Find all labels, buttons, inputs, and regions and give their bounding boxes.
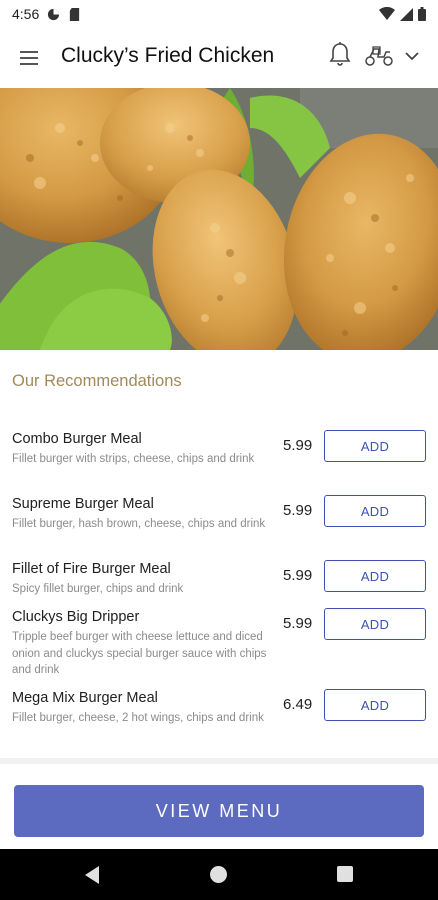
item-description: Tripple beef burger with cheese lettuce …	[12, 631, 267, 676]
sd-card-icon	[70, 7, 80, 21]
item-description: Fillet burger with strips, cheese, chips…	[12, 453, 255, 465]
status-time: 4:56	[12, 6, 40, 22]
home-icon[interactable]	[210, 866, 227, 883]
system-navigation-bar	[0, 849, 438, 900]
item-price: 5.99	[283, 437, 313, 454]
delivery-scooter-icon[interactable]	[364, 44, 394, 66]
battery-icon	[418, 7, 426, 21]
divider	[0, 758, 438, 764]
item-name: Cluckys Big Dripper	[12, 609, 140, 625]
hamburger-menu-icon[interactable]	[18, 48, 42, 68]
bell-icon[interactable]	[328, 41, 352, 69]
chevron-down-icon[interactable]	[404, 50, 420, 62]
item-description: Spicy fillet burger, chips and drink	[12, 583, 184, 595]
data-saver-icon	[48, 8, 60, 20]
item-name: Supreme Burger Meal	[12, 496, 154, 512]
item-name: Fillet of Fire Burger Meal	[12, 561, 171, 577]
item-description: Fillet burger, hash brown, cheese, chips…	[12, 518, 266, 530]
app-title: Clucky’s Fried Chicken	[61, 44, 275, 67]
recent-apps-icon[interactable]	[337, 866, 353, 882]
app-bar: Clucky’s Fried Chicken	[0, 28, 438, 88]
section-title-recommendations: Our Recommendations	[12, 372, 182, 390]
item-description: Fillet burger, cheese, 2 hot wings, chip…	[12, 712, 264, 724]
status-bar: 4:56	[0, 0, 438, 28]
item-name: Combo Burger Meal	[12, 431, 142, 447]
back-icon[interactable]	[83, 865, 101, 885]
item-price: 5.99	[283, 615, 313, 632]
add-button[interactable]: ADD	[324, 495, 426, 527]
add-button[interactable]: ADD	[324, 560, 426, 592]
item-price: 5.99	[283, 502, 313, 519]
item-price: 5.99	[283, 567, 313, 584]
signal-icon	[400, 8, 413, 21]
add-button[interactable]: ADD	[324, 608, 426, 640]
hero-image	[0, 88, 438, 350]
item-name: Mega Mix Burger Meal	[12, 690, 158, 706]
add-button[interactable]: ADD	[324, 689, 426, 721]
wifi-icon	[379, 7, 395, 20]
view-menu-button[interactable]: VIEW MENU	[14, 785, 424, 837]
add-button[interactable]: ADD	[324, 430, 426, 462]
item-price: 6.49	[283, 696, 313, 713]
